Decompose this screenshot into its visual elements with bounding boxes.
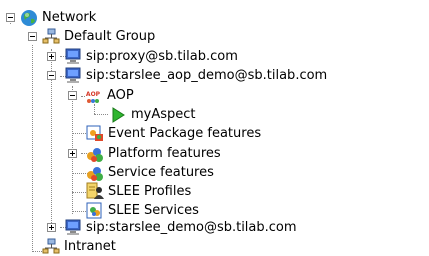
collapse-toggle[interactable] [6, 13, 15, 22]
tree-item-label: Event Package features [108, 126, 262, 141]
collapse-toggle[interactable] [28, 32, 37, 41]
tree-item-aop[interactable]: AOP AOP [0, 86, 429, 105]
network-group-icon [42, 28, 60, 44]
collapse-toggle[interactable] [68, 91, 77, 100]
platform-features-icon [87, 148, 103, 162]
computer-icon [65, 67, 81, 83]
tree-item-intranet[interactable]: Intranet [0, 237, 429, 256]
tree-item-proxy[interactable]: sip:proxy@sb.tilab.com [0, 47, 429, 66]
collapse-toggle[interactable] [47, 71, 56, 80]
slee-profiles-icon [86, 182, 104, 199]
tree-item-label: myAspect [131, 107, 196, 122]
tree-item-event-package[interactable]: Event Package features [0, 124, 429, 143]
tree-item-default-group[interactable]: Default Group [0, 27, 429, 46]
tree-item-label: Platform features [108, 146, 221, 161]
tree-view: { "tree": { "network": "Network", "defau… [0, 0, 429, 256]
tree-item-slee-profiles[interactable]: SLEE Profiles [0, 182, 429, 201]
tree-item-label: Service features [108, 165, 214, 180]
tree-item-aop-demo[interactable]: sip:starslee_aop_demo@sb.tilab.com [0, 66, 429, 85]
tree-item-label: AOP [107, 88, 134, 103]
service-features-icon [87, 167, 103, 181]
tree-item-service[interactable]: Service features [0, 163, 429, 182]
tree-item-demo[interactable]: sip:starslee_demo@sb.tilab.com [0, 218, 429, 237]
tree-item-network[interactable]: Network [0, 8, 429, 27]
computer-icon [65, 219, 81, 235]
tree-item-label: SLEE Profiles [108, 184, 192, 199]
tree-item-label: Network [42, 10, 97, 25]
expand-toggle[interactable] [47, 223, 56, 232]
play-arrow-icon [112, 107, 125, 123]
tree-item-label: sip:proxy@sb.tilab.com [86, 49, 238, 64]
aop-icon: AOP [85, 90, 101, 103]
tree-item-label: sip:starslee_demo@sb.tilab.com [86, 220, 297, 235]
globe-icon [21, 10, 37, 26]
expand-toggle[interactable] [68, 149, 77, 158]
network-group-icon [42, 238, 60, 254]
computer-icon [65, 48, 81, 64]
expand-toggle[interactable] [47, 52, 56, 61]
aop-icon-text: AOP [86, 91, 101, 98]
tree-item-label: Intranet [64, 239, 116, 254]
tree-item-my-aspect[interactable]: myAspect [0, 105, 429, 124]
tree-item-platform[interactable]: Platform features [0, 144, 429, 163]
tree-item-label: Default Group [64, 29, 156, 44]
event-package-icon [86, 125, 103, 141]
tree-item-label: sip:starslee_aop_demo@sb.tilab.com [86, 68, 328, 83]
